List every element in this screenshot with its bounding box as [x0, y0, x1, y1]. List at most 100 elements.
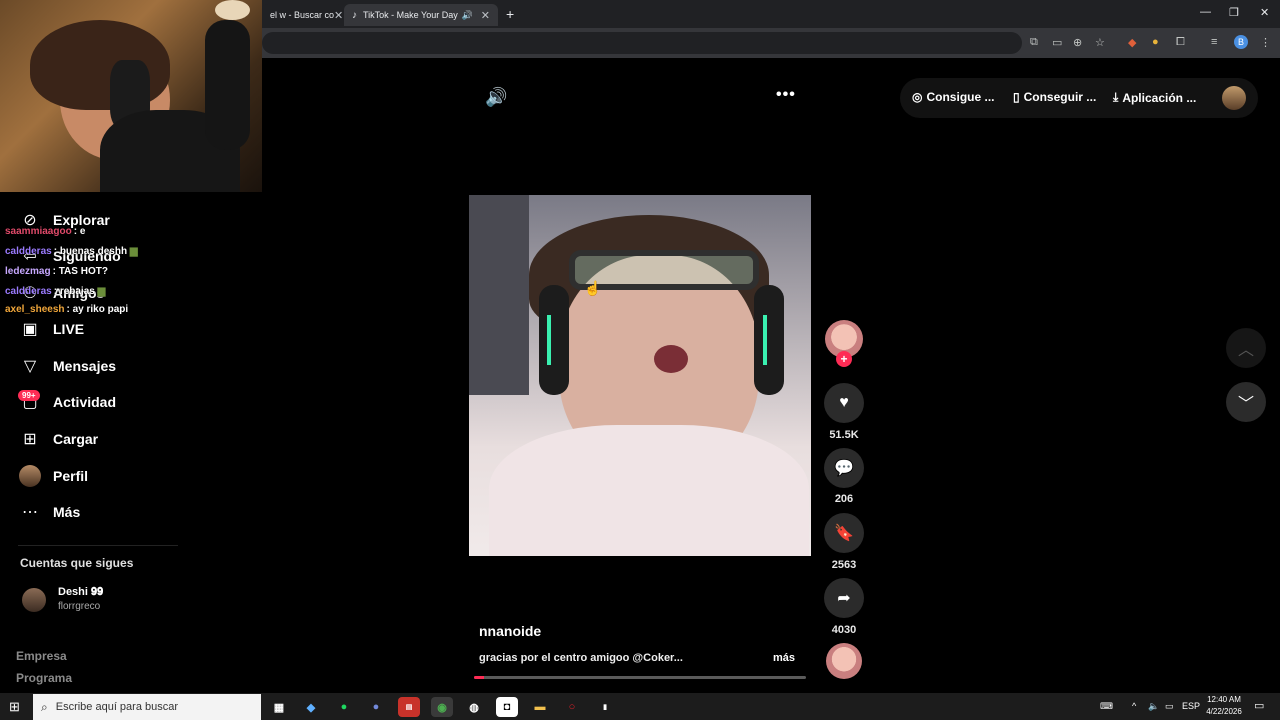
tab-close-icon[interactable]: ✕ [334, 9, 342, 22]
video-headphone-right [754, 285, 784, 395]
opera-icon[interactable]: ○ [561, 697, 583, 717]
profile-icon [18, 464, 42, 488]
voicemod-icon[interactable]: ▤ [398, 697, 420, 717]
chat-text: rebajas [59, 286, 95, 297]
avatar[interactable] [1222, 86, 1246, 110]
sidebar-item-live[interactable]: ▣ LIVE [18, 316, 84, 342]
sidebar-item-perfil[interactable]: Perfil [18, 463, 88, 489]
minimize-button[interactable]: — [1200, 6, 1211, 18]
emote-icon: ▆ [129, 246, 138, 257]
taskbar-search-input[interactable]: ⌕ Escribe aquí para buscar [33, 694, 261, 720]
capcut-icon[interactable]: ◘ [496, 697, 518, 717]
share-button[interactable]: ➦ [824, 578, 864, 618]
copilot-icon[interactable]: ◆ [300, 697, 322, 717]
upload-icon: ⊞ [23, 431, 37, 448]
comment-button[interactable]: 💬 [824, 448, 864, 488]
button-label: Consigue ... [926, 90, 995, 104]
follow-plus-button[interactable]: + [836, 351, 852, 367]
background-light [215, 0, 250, 20]
download-icon: ⤓ [1113, 90, 1119, 104]
volume-icon[interactable]: 🔊 [485, 87, 507, 108]
tab-close-icon[interactable]: ✕ [481, 9, 490, 22]
tab-bing-search[interactable]: el w - Buscar co ✕ [262, 4, 342, 26]
chat-message: caldderas: buenas deshh ▆ [5, 246, 138, 257]
sidebar-item-label: Más [53, 504, 81, 520]
avatar[interactable] [22, 588, 46, 612]
chat-message: axel_sheesh: ay riko papi [5, 304, 129, 315]
epic-games-icon[interactable]: ▮ [594, 697, 616, 717]
new-tab-button[interactable]: + [506, 6, 514, 22]
search-placeholder: Escribe aquí para buscar [55, 701, 179, 713]
translate-icon[interactable]: ⧉ [1030, 36, 1038, 49]
previous-video-button[interactable]: ︿ [1226, 328, 1266, 368]
sidebar-item-cargar[interactable]: ⊞ Cargar [18, 426, 98, 452]
video-subject-mouth [654, 345, 688, 373]
save-count: 2563 [831, 559, 857, 571]
notification-icon[interactable]: ▭ [1254, 699, 1264, 712]
speaker-icon[interactable]: 🔈 [1148, 701, 1159, 712]
obs-icon[interactable]: ◍ [463, 697, 485, 717]
next-video-button[interactable]: ﹀ [1226, 382, 1266, 422]
extension-icon[interactable]: ◆ [1128, 36, 1136, 49]
media-control-icon[interactable]: ≡ [1211, 36, 1217, 48]
sidebar-item-mas[interactable]: ⋯ Más [18, 499, 80, 525]
close-window-button[interactable]: ✕ [1260, 6, 1269, 19]
video-headphone-left [539, 285, 569, 395]
tray-chevron-up-icon[interactable]: ^ [1132, 701, 1136, 711]
footer-link-programa[interactable]: Programa [16, 671, 72, 685]
webcam-overlay [0, 0, 262, 192]
file-explorer-icon[interactable]: ▬ [529, 697, 551, 717]
network-icon[interactable]: ▭ [1165, 701, 1174, 712]
language-indicator[interactable]: ESP [1182, 701, 1200, 711]
caption-more-link[interactable]: más [773, 652, 795, 664]
chat-message: ledezmag: TAS HOT? [5, 266, 108, 277]
address-bar[interactable] [262, 32, 1022, 54]
video-progress-bar[interactable] [474, 676, 806, 679]
taskbar-clock-date[interactable]: 4/22/2026 [1200, 707, 1248, 716]
tab-tiktok[interactable]: ♪ TikTok - Make Your Day 🔊 ✕ [344, 4, 498, 26]
windows-start-icon[interactable]: ⊞ [9, 699, 20, 715]
sidebar-item-label: Actividad [53, 394, 117, 410]
keyboard-icon[interactable]: ⌨ [1100, 701, 1113, 712]
like-button[interactable]: ♥ [824, 383, 864, 423]
extensions-puzzle-icon[interactable]: ⧠ [1176, 36, 1185, 49]
button-label: Conseguir ... [1023, 90, 1097, 104]
coin-icon: ◎ [912, 90, 923, 104]
sidebar-item-label: Cargar [53, 431, 99, 447]
chat-text: e [79, 226, 86, 237]
chat-text: buenas deshh [59, 246, 128, 257]
cast-icon[interactable]: ▭ [1052, 36, 1062, 49]
download-app-button[interactable]: ⤓ Aplicación ... [1113, 90, 1196, 105]
more-options-icon[interactable]: ••• [776, 86, 796, 104]
tiktok-icon: ♪ [352, 9, 357, 21]
sidebar-item-label: Perfil [53, 468, 89, 484]
video-subject-shirt [489, 425, 809, 556]
sound-avatar[interactable] [826, 643, 862, 679]
chat-text: ay riko papi [72, 304, 129, 315]
get-app-button[interactable]: ▯ Conseguir ... [1013, 90, 1096, 104]
video-author[interactable]: nnanoide [479, 623, 541, 639]
get-coins-button[interactable]: ◎ Consigue ... [912, 90, 995, 104]
video-player[interactable] [469, 195, 811, 556]
task-view-icon[interactable]: ▦ [268, 697, 290, 717]
menu-kebab-icon[interactable]: ⋮ [1260, 36, 1271, 49]
save-button[interactable]: 🔖 [824, 513, 864, 553]
restore-button[interactable]: ❐ [1229, 6, 1239, 19]
footer-link-empresa[interactable]: Empresa [16, 649, 67, 663]
sidebar-item-mensajes[interactable]: ▽ Mensajes [18, 353, 116, 379]
chevron-down-icon: ﹀ [1237, 396, 1254, 413]
chat-username: ledezmag [5, 266, 51, 277]
zoom-icon[interactable]: ⊕ [1073, 36, 1082, 49]
bookmark-icon: 🔖 [834, 525, 854, 542]
tab-audio-icon[interactable]: 🔊 [462, 10, 473, 21]
account-handle[interactable]: florrgreco [58, 601, 100, 612]
extension-icon[interactable]: ● [1152, 36, 1159, 48]
profile-avatar-button[interactable]: B [1234, 35, 1248, 49]
chrome-icon[interactable]: ◉ [431, 697, 453, 717]
taskbar-clock-time[interactable]: 12:40 AM [1200, 695, 1248, 704]
video-headphone-light [763, 315, 767, 365]
spotify-icon[interactable]: ● [333, 697, 355, 717]
bookmark-star-icon[interactable]: ☆ [1095, 36, 1105, 49]
discord-icon[interactable]: ● [365, 697, 387, 717]
account-name[interactable]: Deshi 𝟗𝟗 [58, 586, 103, 599]
